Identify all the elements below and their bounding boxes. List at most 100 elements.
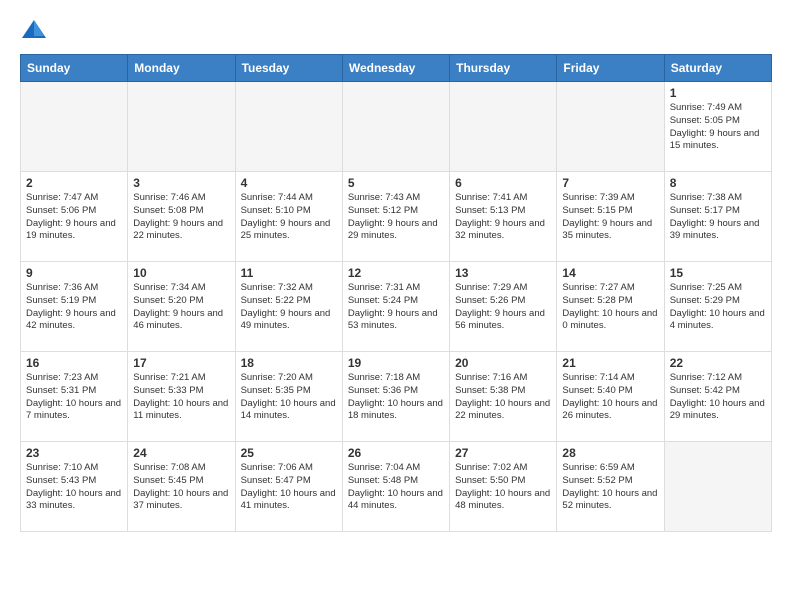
day-number: 5: [348, 176, 444, 190]
calendar-cell: 23 Sunrise: 7:10 AM Sunset: 5:43 PM Dayli…: [21, 442, 128, 532]
logo-icon: [20, 16, 48, 44]
weekday-header-thursday: Thursday: [450, 55, 557, 82]
calendar-cell: 12 Sunrise: 7:31 AM Sunset: 5:24 PM Dayli…: [342, 262, 449, 352]
calendar-table: SundayMondayTuesdayWednesdayThursdayFrid…: [20, 54, 772, 532]
day-info: Sunrise: 7:46 AM Sunset: 5:08 PM Dayligh…: [133, 192, 229, 243]
weekday-header-monday: Monday: [128, 55, 235, 82]
calendar-cell: 9 Sunrise: 7:36 AM Sunset: 5:19 PM Daylig…: [21, 262, 128, 352]
day-number: 1: [670, 86, 766, 100]
day-info: Sunrise: 7:10 AM Sunset: 5:43 PM Dayligh…: [26, 462, 122, 513]
calendar-cell: 15 Sunrise: 7:25 AM Sunset: 5:29 PM Dayli…: [664, 262, 771, 352]
weekday-header-saturday: Saturday: [664, 55, 771, 82]
calendar-cell: 6 Sunrise: 7:41 AM Sunset: 5:13 PM Daylig…: [450, 172, 557, 262]
day-info: Sunrise: 7:29 AM Sunset: 5:26 PM Dayligh…: [455, 282, 551, 333]
calendar-cell: [664, 442, 771, 532]
day-info: Sunrise: 7:38 AM Sunset: 5:17 PM Dayligh…: [670, 192, 766, 243]
calendar-cell: 2 Sunrise: 7:47 AM Sunset: 5:06 PM Daylig…: [21, 172, 128, 262]
day-number: 2: [26, 176, 122, 190]
calendar-cell: 5 Sunrise: 7:43 AM Sunset: 5:12 PM Daylig…: [342, 172, 449, 262]
calendar-cell: [235, 82, 342, 172]
calendar-cell: 16 Sunrise: 7:23 AM Sunset: 5:31 PM Dayli…: [21, 352, 128, 442]
day-number: 13: [455, 266, 551, 280]
calendar-cell: 21 Sunrise: 7:14 AM Sunset: 5:40 PM Dayli…: [557, 352, 664, 442]
day-number: 4: [241, 176, 337, 190]
week-row-1: 2 Sunrise: 7:47 AM Sunset: 5:06 PM Daylig…: [21, 172, 772, 262]
day-info: Sunrise: 7:04 AM Sunset: 5:48 PM Dayligh…: [348, 462, 444, 513]
calendar-cell: [557, 82, 664, 172]
day-info: Sunrise: 7:43 AM Sunset: 5:12 PM Dayligh…: [348, 192, 444, 243]
calendar-cell: 26 Sunrise: 7:04 AM Sunset: 5:48 PM Dayli…: [342, 442, 449, 532]
calendar-cell: 11Sunrise: 7:32 AM Sunset: 5:22 PM Dayli…: [235, 262, 342, 352]
week-row-0: 1 Sunrise: 7:49 AM Sunset: 5:05 PM Daylig…: [21, 82, 772, 172]
day-info: Sunrise: 7:06 AM Sunset: 5:47 PM Dayligh…: [241, 462, 337, 513]
calendar-cell: 27 Sunrise: 7:02 AM Sunset: 5:50 PM Dayli…: [450, 442, 557, 532]
calendar-cell: 25Sunrise: 7:06 AM Sunset: 5:47 PM Dayli…: [235, 442, 342, 532]
weekday-header-wednesday: Wednesday: [342, 55, 449, 82]
day-number: 18: [241, 356, 337, 370]
logo: [20, 16, 52, 44]
calendar-cell: 8 Sunrise: 7:38 AM Sunset: 5:17 PM Daylig…: [664, 172, 771, 262]
day-number: 12: [348, 266, 444, 280]
day-number: 16: [26, 356, 122, 370]
day-number: 20: [455, 356, 551, 370]
day-info: Sunrise: 7:41 AM Sunset: 5:13 PM Dayligh…: [455, 192, 551, 243]
calendar-cell: 10 Sunrise: 7:34 AM Sunset: 5:20 PM Dayli…: [128, 262, 235, 352]
day-number: 27: [455, 446, 551, 460]
calendar-cell: 14 Sunrise: 7:27 AM Sunset: 5:28 PM Dayli…: [557, 262, 664, 352]
weekday-header-tuesday: Tuesday: [235, 55, 342, 82]
day-number: 8: [670, 176, 766, 190]
day-info: Sunrise: 7:02 AM Sunset: 5:50 PM Dayligh…: [455, 462, 551, 513]
day-info: Sunrise: 7:27 AM Sunset: 5:28 PM Dayligh…: [562, 282, 658, 333]
calendar-cell: 28 Sunrise: 6:59 AM Sunset: 5:52 PM Dayli…: [557, 442, 664, 532]
weekday-header-friday: Friday: [557, 55, 664, 82]
day-number: 19: [348, 356, 444, 370]
day-info: Sunrise: 7:12 AM Sunset: 5:42 PM Dayligh…: [670, 372, 766, 423]
calendar-cell: 7 Sunrise: 7:39 AM Sunset: 5:15 PM Daylig…: [557, 172, 664, 262]
day-number: 21: [562, 356, 658, 370]
day-info: Sunrise: 7:34 AM Sunset: 5:20 PM Dayligh…: [133, 282, 229, 333]
page: SundayMondayTuesdayWednesdayThursdayFrid…: [0, 0, 792, 548]
day-number: 28: [562, 446, 658, 460]
day-info: Sunrise: 7:39 AM Sunset: 5:15 PM Dayligh…: [562, 192, 658, 243]
day-info: Sunrise: 7:44 AM Sunset: 5:10 PM Dayligh…: [241, 192, 337, 243]
day-info: Sunrise: 7:14 AM Sunset: 5:40 PM Dayligh…: [562, 372, 658, 423]
day-number: 24: [133, 446, 229, 460]
day-info: Sunrise: 6:59 AM Sunset: 5:52 PM Dayligh…: [562, 462, 658, 513]
day-info: Sunrise: 7:20 AM Sunset: 5:35 PM Dayligh…: [241, 372, 337, 423]
calendar-cell: 24 Sunrise: 7:08 AM Sunset: 5:45 PM Dayli…: [128, 442, 235, 532]
day-number: 3: [133, 176, 229, 190]
day-info: Sunrise: 7:18 AM Sunset: 5:36 PM Dayligh…: [348, 372, 444, 423]
day-info: Sunrise: 7:36 AM Sunset: 5:19 PM Dayligh…: [26, 282, 122, 333]
day-info: Sunrise: 7:47 AM Sunset: 5:06 PM Dayligh…: [26, 192, 122, 243]
calendar-cell: 17Sunrise: 7:21 AM Sunset: 5:33 PM Dayli…: [128, 352, 235, 442]
day-number: 23: [26, 446, 122, 460]
day-info: Sunrise: 7:49 AM Sunset: 5:05 PM Dayligh…: [670, 102, 766, 153]
week-row-3: 16 Sunrise: 7:23 AM Sunset: 5:31 PM Dayli…: [21, 352, 772, 442]
calendar-cell: 4 Sunrise: 7:44 AM Sunset: 5:10 PM Daylig…: [235, 172, 342, 262]
day-number: 15: [670, 266, 766, 280]
day-number: 14: [562, 266, 658, 280]
week-row-4: 23 Sunrise: 7:10 AM Sunset: 5:43 PM Dayli…: [21, 442, 772, 532]
day-number: 10: [133, 266, 229, 280]
day-number: 26: [348, 446, 444, 460]
calendar-cell: 20 Sunrise: 7:16 AM Sunset: 5:38 PM Dayli…: [450, 352, 557, 442]
calendar-cell: [342, 82, 449, 172]
day-number: 17: [133, 356, 229, 370]
day-info: Sunrise: 7:08 AM Sunset: 5:45 PM Dayligh…: [133, 462, 229, 513]
calendar-cell: 19 Sunrise: 7:18 AM Sunset: 5:36 PM Dayli…: [342, 352, 449, 442]
day-info: Sunrise: 7:23 AM Sunset: 5:31 PM Dayligh…: [26, 372, 122, 423]
calendar-cell: [450, 82, 557, 172]
day-number: 11: [241, 266, 337, 280]
day-number: 7: [562, 176, 658, 190]
day-info: Sunrise: 7:31 AM Sunset: 5:24 PM Dayligh…: [348, 282, 444, 333]
day-info: Sunrise: 7:25 AM Sunset: 5:29 PM Dayligh…: [670, 282, 766, 333]
day-number: 9: [26, 266, 122, 280]
day-number: 22: [670, 356, 766, 370]
day-number: 6: [455, 176, 551, 190]
calendar-cell: 18 Sunrise: 7:20 AM Sunset: 5:35 PM Dayli…: [235, 352, 342, 442]
header: [20, 16, 772, 44]
day-info: Sunrise: 7:16 AM Sunset: 5:38 PM Dayligh…: [455, 372, 551, 423]
week-row-2: 9 Sunrise: 7:36 AM Sunset: 5:19 PM Daylig…: [21, 262, 772, 352]
weekday-header-row: SundayMondayTuesdayWednesdayThursdayFrid…: [21, 55, 772, 82]
calendar-cell: 22 Sunrise: 7:12 AM Sunset: 5:42 PM Dayli…: [664, 352, 771, 442]
